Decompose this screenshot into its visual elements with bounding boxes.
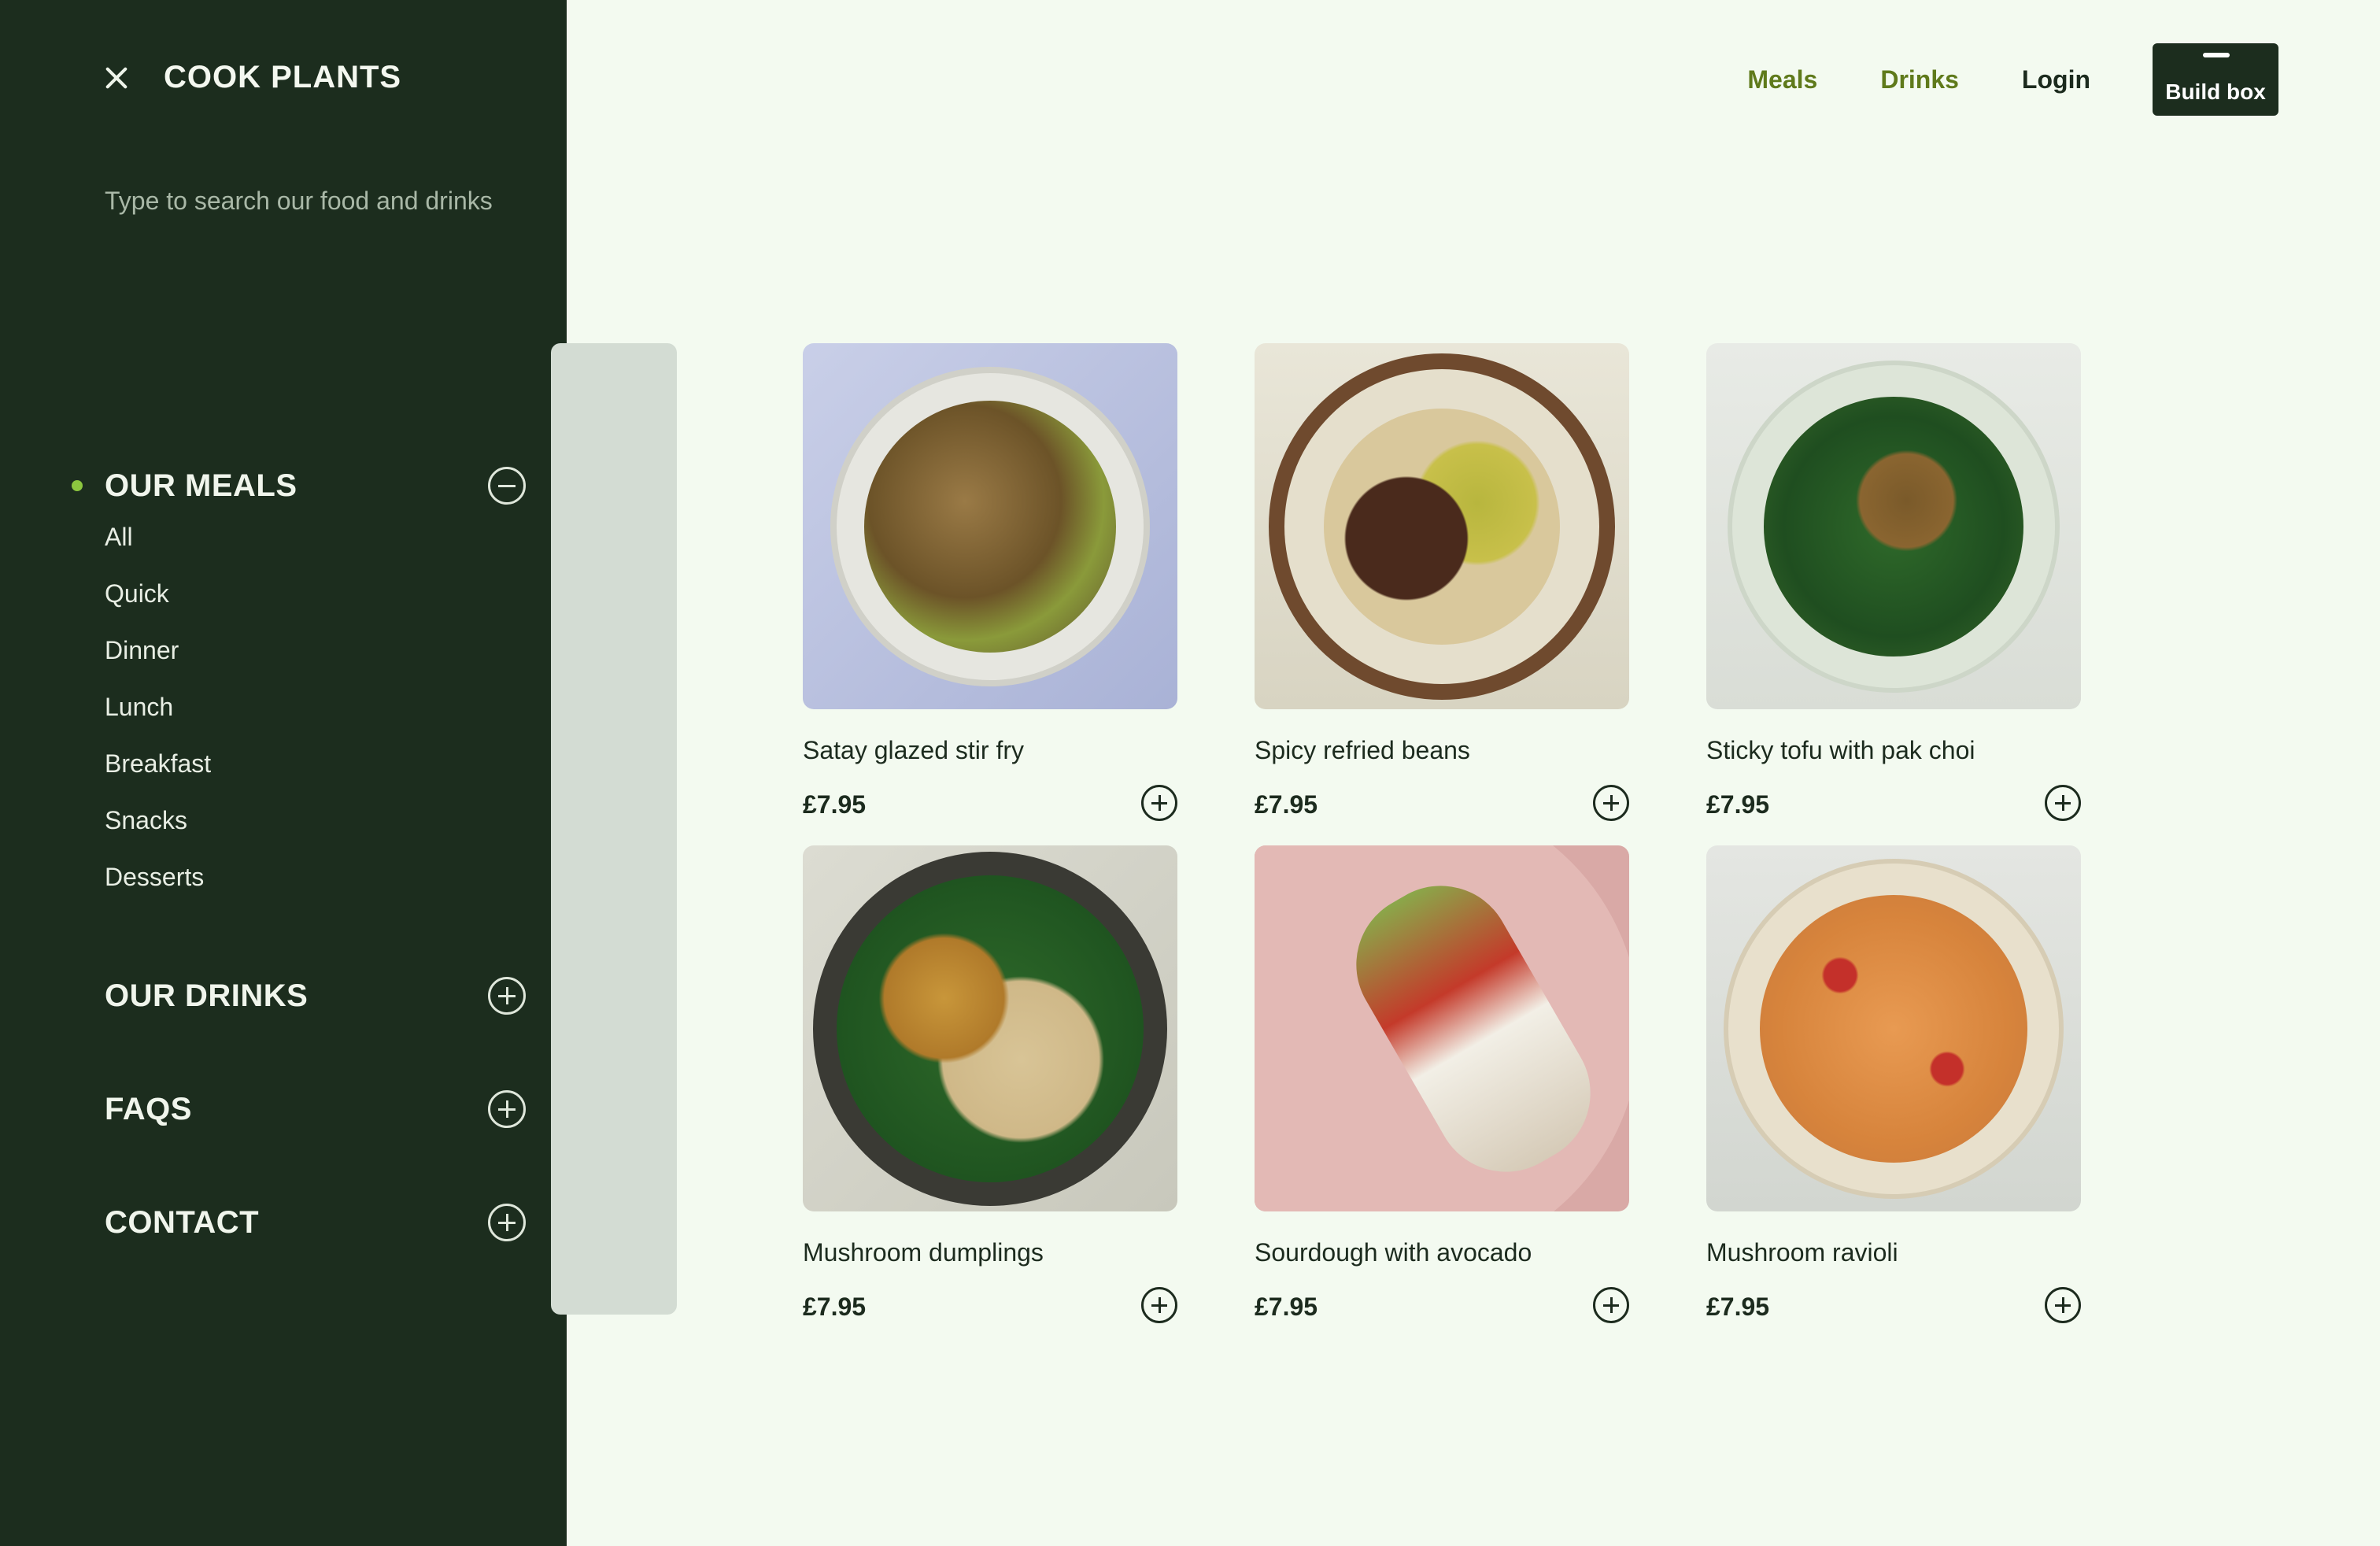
section-contact: CONTACT (105, 1203, 526, 1242)
section-our-meals: OUR MEALS All Quick Dinner Lunch Breakfa… (72, 466, 526, 916)
meal-row: £7.95 (1255, 785, 1629, 821)
meal-name[interactable]: Satay glazed stir fry (803, 736, 1177, 771)
section-contact-toggle[interactable]: CONTACT (105, 1203, 526, 1242)
section-faqs-toggle[interactable]: FAQS (105, 1089, 526, 1129)
add-to-box-icon[interactable] (1593, 1287, 1629, 1323)
meal-row: £7.95 (1706, 785, 2081, 821)
meal-name[interactable]: Sticky tofu with pak choi (1706, 736, 2081, 771)
add-to-box-icon[interactable] (1593, 785, 1629, 821)
meal-card[interactable]: Spicy refried beans £7.95 (1255, 343, 1629, 821)
meal-card[interactable]: Mushroom dumplings £7.95 (803, 845, 1177, 1323)
meal-row: £7.95 (803, 1287, 1177, 1323)
meal-image[interactable] (803, 845, 1177, 1211)
section-title: OUR DRINKS (105, 978, 309, 1013)
build-box-button[interactable]: Build box (2153, 43, 2278, 116)
meal-price: £7.95 (1255, 1292, 1318, 1321)
section-our-drinks-toggle[interactable]: OUR DRINKS (105, 976, 526, 1015)
category-lunch[interactable]: Lunch (105, 690, 526, 746)
meal-price: £7.95 (1706, 1292, 1770, 1321)
expand-plus-icon[interactable] (488, 977, 526, 1015)
section-title: FAQS (105, 1091, 192, 1126)
top-navigation: Meals Drinks Login Build box (1747, 43, 2278, 116)
category-breakfast[interactable]: Breakfast (105, 746, 526, 803)
close-icon[interactable] (101, 62, 132, 94)
meal-card[interactable]: Sticky tofu with pak choi £7.95 (1706, 343, 2081, 821)
meal-name[interactable]: Sourdough with avocado (1255, 1238, 1629, 1273)
meal-name[interactable]: Mushroom dumplings (803, 1238, 1177, 1273)
meal-card[interactable]: Satay glazed stir fry £7.95 (803, 343, 1177, 821)
search-input[interactable] (105, 181, 530, 220)
nav-login-link[interactable]: Login (2022, 65, 2090, 94)
sidebar-header: COOK PLANTS (101, 60, 401, 95)
meal-image[interactable] (1255, 343, 1629, 709)
meal-price: £7.95 (803, 1292, 867, 1321)
meal-card[interactable]: Sourdough with avocado £7.95 (1255, 845, 1629, 1323)
brand-logo[interactable]: COOK PLANTS (164, 60, 401, 95)
meal-image[interactable] (1255, 845, 1629, 1211)
section-title: CONTACT (105, 1204, 260, 1240)
meal-name[interactable]: Mushroom ravioli (1706, 1238, 2081, 1273)
add-to-box-icon[interactable] (2045, 785, 2081, 821)
section-faqs: FAQS (105, 1089, 526, 1129)
build-box-label: Build box (2165, 80, 2266, 104)
sidebar-menu: COOK PLANTS OUR MEALS All Quick Dinner L… (0, 0, 567, 1546)
nav-drinks-link[interactable]: Drinks (1880, 65, 1959, 94)
meal-price: £7.95 (1706, 790, 1770, 819)
expand-plus-icon[interactable] (488, 1204, 526, 1241)
filter-panel-background (551, 343, 677, 1315)
meal-price: £7.95 (803, 790, 867, 819)
meal-image[interactable] (803, 343, 1177, 709)
category-desserts[interactable]: Desserts (105, 860, 526, 916)
meal-image[interactable] (1706, 845, 2081, 1211)
section-our-drinks: OUR DRINKS (105, 976, 526, 1015)
category-dinner[interactable]: Dinner (105, 633, 526, 690)
meal-price: £7.95 (1255, 790, 1318, 819)
section-our-meals-toggle[interactable]: OUR MEALS (105, 466, 526, 505)
add-to-box-icon[interactable] (2045, 1287, 2081, 1323)
active-bullet-icon (72, 480, 83, 491)
expand-plus-icon[interactable] (488, 1090, 526, 1128)
add-to-box-icon[interactable] (1141, 785, 1177, 821)
meal-row: £7.95 (803, 785, 1177, 821)
category-quick[interactable]: Quick (105, 576, 526, 633)
meal-card[interactable]: Mushroom ravioli £7.95 (1706, 845, 2081, 1323)
category-all[interactable]: All (105, 520, 526, 576)
meal-name[interactable]: Spicy refried beans (1255, 736, 1629, 771)
meals-category-list: All Quick Dinner Lunch Breakfast Snacks … (105, 520, 526, 916)
meal-row: £7.95 (1706, 1287, 2081, 1323)
section-title: OUR MEALS (105, 468, 298, 503)
nav-meals-link[interactable]: Meals (1747, 65, 1817, 94)
category-snacks[interactable]: Snacks (105, 803, 526, 860)
meal-image[interactable] (1706, 343, 2081, 709)
add-to-box-icon[interactable] (1141, 1287, 1177, 1323)
collapse-minus-icon[interactable] (488, 467, 526, 505)
meal-row: £7.95 (1255, 1287, 1629, 1323)
